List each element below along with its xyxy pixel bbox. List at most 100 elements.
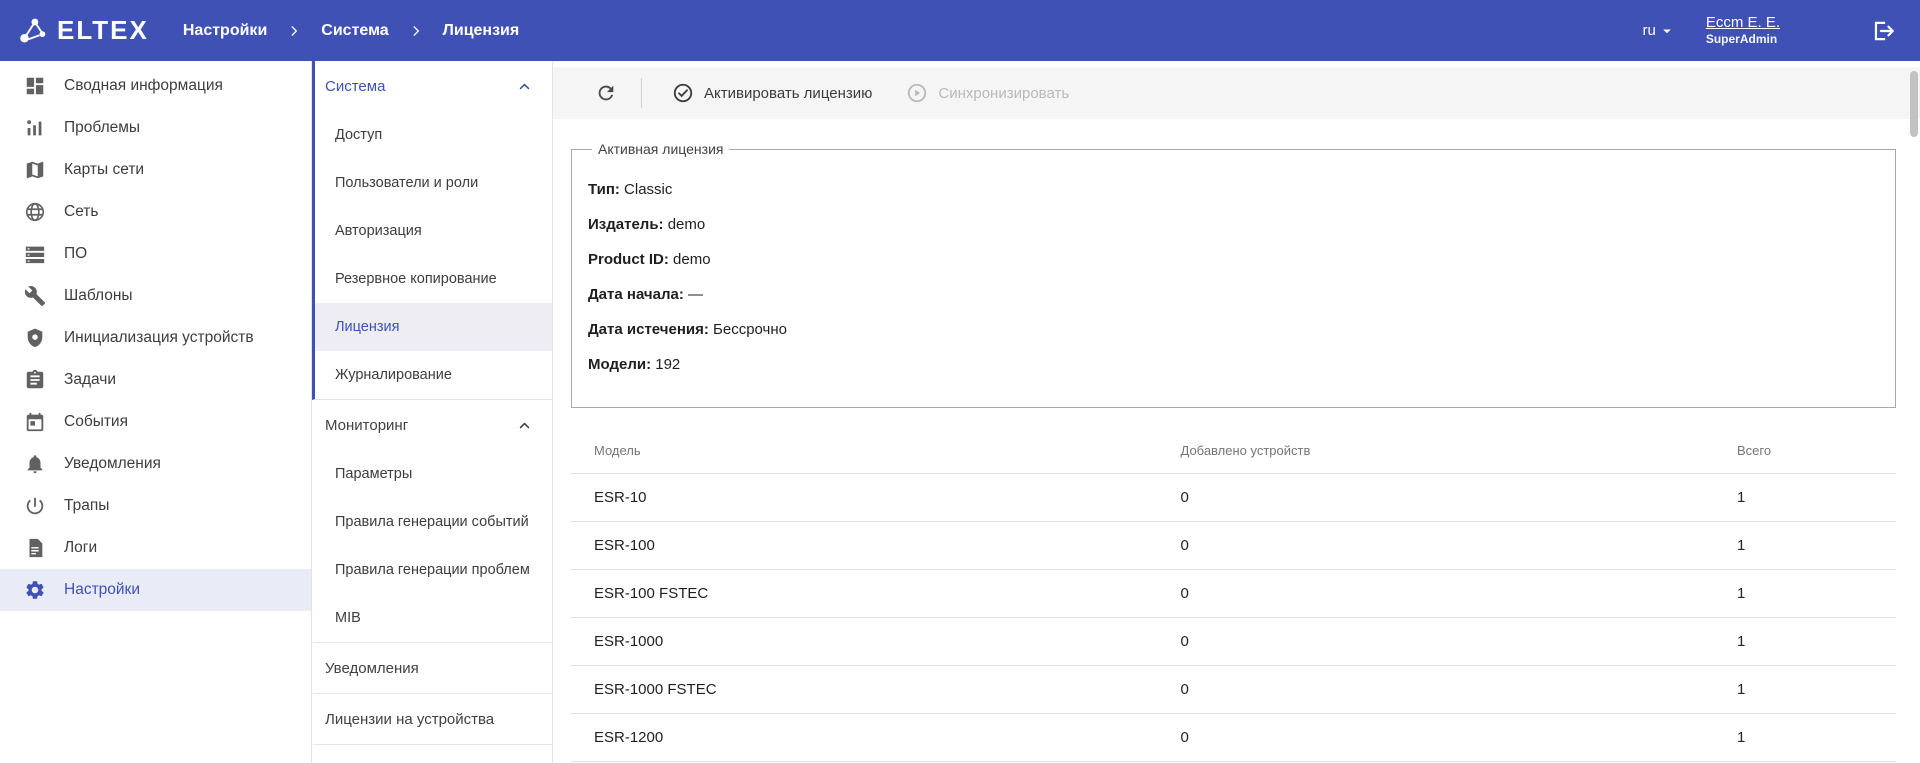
submenu-item[interactable]: Журналирование xyxy=(315,351,552,399)
active-license-legend: Активная лицензия xyxy=(592,141,729,157)
submenu-section: Уведомления xyxy=(312,643,552,694)
license-field: Тип: Classic xyxy=(588,179,1879,200)
license-field: Модели: 192 xyxy=(588,354,1879,375)
sidebar-item-label: Сеть xyxy=(64,203,98,221)
submenu-section-header[interactable]: Лицензии на устройства xyxy=(315,694,552,744)
license-field-label: Дата начала: xyxy=(588,286,684,303)
table-row[interactable]: ESR-100 FSTEC01 xyxy=(571,570,1896,618)
synchronize-button[interactable]: Синхронизировать xyxy=(894,74,1081,112)
submenu-section-header[interactable]: Уведомления xyxy=(315,643,552,693)
submenu-section: Лицензии на устройства xyxy=(312,694,552,745)
app-body: Сводная информация ПроблемыКарты сети Сеть… xyxy=(0,61,1920,763)
license-field-value: Бессрочно xyxy=(713,321,787,338)
submenu-item[interactable]: Правила генерации событий xyxy=(315,498,552,546)
sidebar-item[interactable]: ПО xyxy=(0,233,311,275)
table-row[interactable]: ESR-1000 FSTEC01 xyxy=(571,666,1896,714)
sidebar-item-label: Задачи xyxy=(64,371,116,389)
submenu-item[interactable]: MIB xyxy=(315,594,552,642)
submenu-item[interactable]: Лицензия xyxy=(315,303,552,351)
table-cell: ESR-1200 xyxy=(571,714,1181,762)
table-column-header: Всего xyxy=(1737,426,1896,474)
chevron-up-icon xyxy=(515,416,534,435)
submenu-item[interactable]: Доступ xyxy=(315,111,552,159)
submenu-section-label: Лицензии на устройства xyxy=(325,711,494,728)
gear-icon xyxy=(24,579,46,601)
table-cell: ESR-100 xyxy=(571,522,1181,570)
license-field-label: Product ID: xyxy=(588,251,669,268)
sidebar-item-label: ПО xyxy=(64,245,87,263)
sidebar-item[interactable]: Проблемы xyxy=(0,107,311,149)
license-field-value: Classic xyxy=(624,181,672,198)
submenu-section-header[interactable]: Мониторинг xyxy=(315,400,552,450)
traps-icon xyxy=(24,495,46,517)
license-field-label: Дата истечения: xyxy=(588,321,709,338)
eltex-logo[interactable]: ELTEX xyxy=(18,15,149,46)
submenu-section-label: Уведомления xyxy=(325,660,419,677)
submenu-item-label: Авторизация xyxy=(335,223,422,239)
table-row[interactable]: ESR-10001 xyxy=(571,522,1896,570)
sidebar-item[interactable]: Сводная информация xyxy=(0,65,311,107)
user-menu[interactable]: Eccm E. E. SuperAdmin xyxy=(1706,14,1780,48)
table-column-header: Модель xyxy=(571,426,1181,474)
activate-license-button[interactable]: Активировать лицензию xyxy=(660,74,884,112)
chevron-up-icon xyxy=(515,77,534,96)
sidebar-item-label: Шаблоны xyxy=(64,287,133,305)
table-row[interactable]: ESR-100001 xyxy=(571,618,1896,666)
chevron-right-icon xyxy=(409,24,423,38)
activate-license-label: Активировать лицензию xyxy=(704,85,872,102)
language-selector[interactable]: ru xyxy=(1642,22,1675,40)
license-field-value: — xyxy=(688,286,703,303)
sidebar-item[interactable]: Настройки xyxy=(0,569,311,611)
sidebar-item[interactable]: Инициализация устройств xyxy=(0,317,311,359)
header-right: ru Eccm E. E. SuperAdmin xyxy=(1642,14,1898,48)
chevron-down-icon xyxy=(1658,22,1676,40)
license-field: Издатель: demo xyxy=(588,214,1879,235)
sidebar-item-label: Сводная информация xyxy=(64,77,223,95)
submenu-item[interactable]: Правила генерации проблем xyxy=(315,546,552,594)
submenu-item[interactable]: Параметры xyxy=(315,450,552,498)
submenu-item[interactable]: Пользователи и роли xyxy=(315,159,552,207)
table-cell: ESR-100 FSTEC xyxy=(571,570,1181,618)
license-field-label: Издатель: xyxy=(588,216,664,233)
user-role: SuperAdmin xyxy=(1706,32,1780,47)
table-row[interactable]: ESR-120001 xyxy=(571,714,1896,762)
submenu-section-header[interactable]: Система xyxy=(315,61,552,111)
submenu-item-label: Журналирование xyxy=(335,367,452,383)
language-label: ru xyxy=(1642,22,1655,39)
breadcrumb-item[interactable]: Система xyxy=(321,22,388,40)
sidebar-item[interactable]: Шаблоны xyxy=(0,275,311,317)
license-field: Дата начала: — xyxy=(588,284,1879,305)
table-cell: 1 xyxy=(1737,570,1896,618)
submenu-item-label: Доступ xyxy=(335,127,382,143)
toolbar-divider xyxy=(641,78,642,108)
license-field: Дата истечения: Бессрочно xyxy=(588,319,1879,340)
table-cell: ESR-1000 FSTEC xyxy=(571,666,1181,714)
submenu-item[interactable]: Авторизация xyxy=(315,207,552,255)
submenu-item[interactable]: Резервное копирование xyxy=(315,255,552,303)
table-cell: 1 xyxy=(1737,666,1896,714)
sidebar-item[interactable]: Трапы xyxy=(0,485,311,527)
sidebar-item[interactable]: Задачи xyxy=(0,359,311,401)
breadcrumb-item[interactable]: Настройки xyxy=(183,22,267,40)
sidebar-item[interactable]: События xyxy=(0,401,311,443)
sidebar-item[interactable]: Сеть xyxy=(0,191,311,233)
models-table: МодельДобавлено устройствВсего ESR-1001E… xyxy=(571,426,1896,762)
events-icon xyxy=(24,411,46,433)
table-row[interactable]: ESR-1001 xyxy=(571,474,1896,522)
sidebar-item[interactable]: Уведомления xyxy=(0,443,311,485)
user-name: Eccm E. E. xyxy=(1706,14,1780,33)
settings-submenu: Система Доступ Пользователи и роли Авториза… xyxy=(312,61,553,763)
logout-button[interactable] xyxy=(1868,16,1898,46)
dashboard-icon xyxy=(24,75,46,97)
scrollbar-thumb[interactable] xyxy=(1910,71,1918,137)
table-cell: 0 xyxy=(1181,570,1738,618)
vertical-scrollbar[interactable] xyxy=(1910,65,1918,759)
table-cell: 0 xyxy=(1181,618,1738,666)
sidebar-item-label: Трапы xyxy=(64,497,109,515)
sidebar-item[interactable]: Логи xyxy=(0,527,311,569)
license-field-value: demo xyxy=(673,251,711,268)
refresh-button[interactable] xyxy=(589,76,623,110)
breadcrumb-item[interactable]: Лицензия xyxy=(443,22,520,40)
sidebar-item[interactable]: Карты сети xyxy=(0,149,311,191)
brand-text: ELTEX xyxy=(57,15,149,46)
